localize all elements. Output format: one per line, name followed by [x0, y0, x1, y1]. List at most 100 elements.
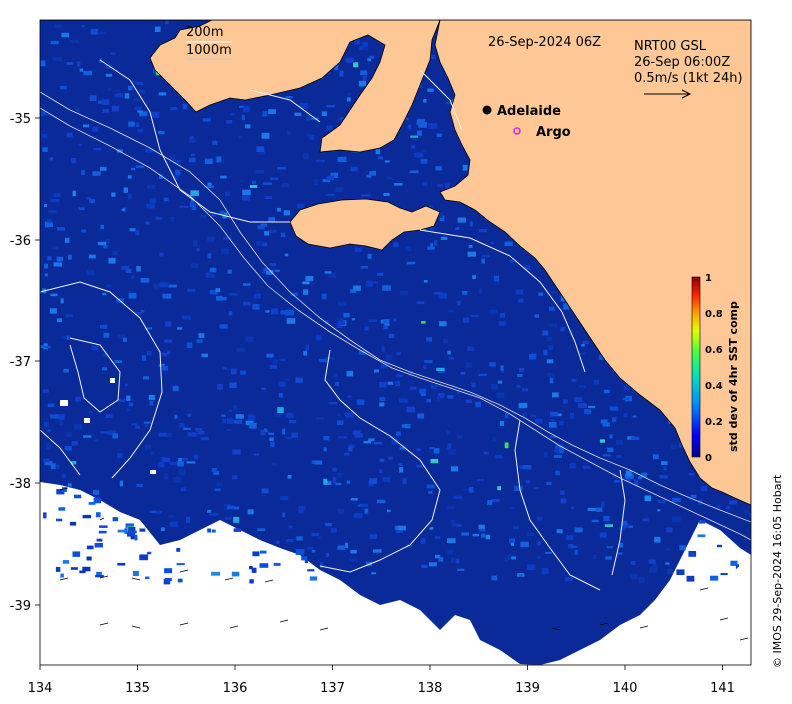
sst-cell — [305, 344, 309, 351]
sst-cell — [564, 577, 573, 582]
sst-cell — [102, 367, 107, 371]
sst-cell — [261, 488, 269, 494]
sst-cell — [481, 533, 486, 538]
sst-cell — [49, 308, 57, 314]
sst-cell — [220, 175, 227, 179]
sst-cell — [494, 454, 503, 459]
sst-cell — [515, 289, 523, 295]
sst-cell — [183, 427, 191, 430]
sst-cell — [149, 184, 156, 190]
sst-cell — [114, 94, 123, 97]
sst-cell — [420, 149, 428, 152]
sst-cell — [671, 445, 677, 450]
sst-cell — [339, 116, 344, 120]
sst-cell — [91, 345, 99, 351]
sst-cell — [526, 564, 536, 570]
sst-cell — [83, 70, 93, 76]
sst-cell — [426, 337, 432, 342]
sst-cell — [96, 538, 103, 542]
x-tick-label: 138 — [418, 681, 443, 696]
sst-cell — [421, 321, 426, 324]
sst-cell — [95, 512, 101, 518]
sst-cell — [569, 463, 576, 469]
sst-cell — [135, 425, 140, 429]
sst-cell — [385, 354, 392, 361]
sst-cell — [285, 309, 295, 316]
sst-cell — [112, 433, 118, 439]
sst-cell — [450, 466, 458, 472]
sst-cell — [131, 167, 136, 171]
sst-cell — [543, 452, 548, 458]
sst-cell — [209, 513, 219, 516]
sst-cell — [571, 378, 577, 382]
sst-cell — [373, 441, 382, 445]
sst-cell — [227, 505, 235, 510]
sst-cell — [546, 359, 554, 364]
sst-cell — [547, 372, 555, 378]
sst-cell — [211, 468, 217, 472]
sst-cell — [297, 203, 305, 208]
sst-cell — [144, 576, 150, 580]
sst-cell — [131, 275, 135, 279]
sst-cell — [550, 291, 557, 294]
sst-cell — [497, 486, 501, 491]
sst-cell — [205, 272, 210, 278]
sst-cell — [467, 251, 476, 257]
sst-cell — [430, 459, 439, 464]
colorbar-tick: 0.6 — [705, 345, 723, 356]
sst-cell — [717, 544, 722, 548]
sst-cell — [121, 265, 130, 270]
sst-cell — [165, 321, 172, 327]
sst-cell — [106, 284, 112, 288]
sst-cell — [423, 280, 428, 283]
sst-cell — [325, 357, 335, 360]
sst-cell — [267, 432, 275, 435]
sst-cell — [599, 439, 605, 443]
sst-cell — [71, 441, 79, 446]
sst-cell — [402, 478, 407, 484]
sst-cell — [665, 562, 670, 565]
sst-cell — [112, 251, 119, 256]
sst-cell — [616, 552, 623, 555]
sst-cell — [148, 394, 156, 401]
sst-cell — [42, 134, 47, 138]
sst-cell — [587, 507, 596, 511]
sst-cell — [642, 518, 649, 522]
sst-cell — [272, 463, 277, 466]
sst-cell — [560, 327, 565, 332]
sst-cell — [534, 314, 539, 318]
sst-cell — [637, 476, 643, 480]
sst-cell — [305, 276, 314, 282]
sst-cell — [751, 363, 757, 368]
sst-cell — [496, 392, 505, 399]
sst-cell — [186, 517, 191, 523]
sst-cell — [653, 454, 659, 460]
sst-cell — [53, 193, 61, 197]
sst-cell — [367, 253, 372, 259]
sst-cell — [382, 319, 390, 324]
sst-cell — [94, 438, 100, 442]
sst-cell — [397, 525, 406, 531]
sst-cell — [272, 359, 279, 364]
sst-cell — [710, 575, 719, 581]
sst-cell — [338, 320, 346, 326]
sst-cell — [81, 169, 85, 175]
sst-cell — [186, 342, 193, 349]
sst-cell — [369, 55, 375, 59]
sst-cell — [282, 183, 289, 188]
sst-cell — [518, 574, 523, 577]
sst-cell — [443, 338, 449, 344]
x-tick-label: 137 — [320, 681, 345, 696]
sst-cell — [249, 579, 254, 584]
sst-cell — [196, 339, 203, 343]
sst-cell — [720, 573, 728, 576]
sst-cell — [436, 133, 442, 137]
sst-cell — [111, 192, 116, 197]
sst-cell — [262, 271, 266, 274]
sst-cell — [406, 406, 416, 413]
sst-cell — [103, 245, 108, 249]
sst-cell — [492, 436, 496, 442]
sst-cell — [450, 557, 455, 564]
sst-cell — [509, 507, 514, 510]
sst-cell — [220, 248, 229, 255]
